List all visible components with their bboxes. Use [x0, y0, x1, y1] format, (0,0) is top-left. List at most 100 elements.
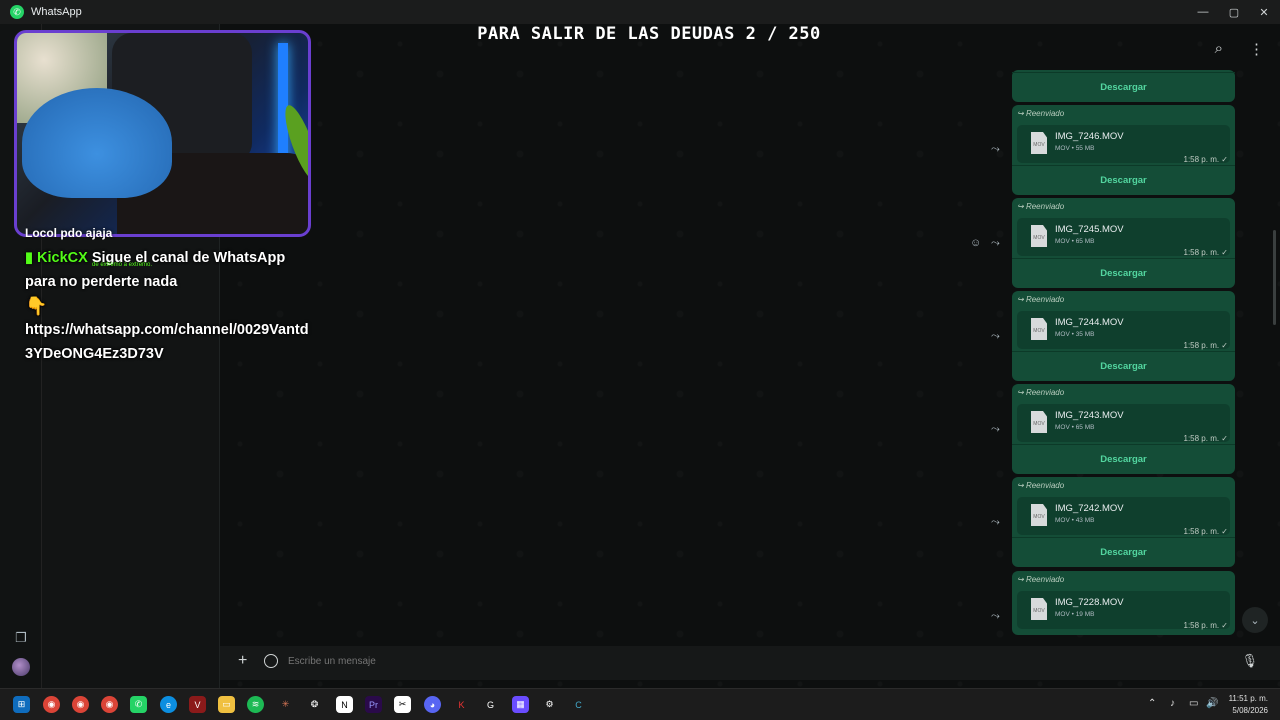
file-icon: MOV — [1031, 225, 1047, 247]
file-name: IMG_7245.MOV — [1055, 224, 1124, 235]
edge-icon[interactable]: e — [160, 696, 177, 713]
microphone-icon[interactable]: 🎙 — [1241, 653, 1258, 669]
forward-icon[interactable]: ⤳ — [991, 237, 1000, 250]
profile-avatar[interactable] — [12, 658, 30, 676]
file-icon: MOV — [1031, 598, 1047, 620]
file-icon: MOV — [1031, 132, 1047, 154]
scroll-down-button[interactable]: ⌄ — [1242, 607, 1268, 633]
spotify-icon[interactable]: ≋ — [247, 696, 264, 713]
chrome-icon[interactable]: ◉ — [72, 696, 89, 713]
forwarded-label: ↪ Reenviado — [1017, 295, 1065, 304]
message-bubble: ↪ Reenviado MOV IMG_7246.MOV MOV • 55 MB… — [1012, 105, 1235, 195]
file-meta: MOV • 35 MB — [1055, 331, 1095, 338]
file-name: IMG_7244.MOV — [1055, 317, 1124, 328]
app-icon[interactable]: ▦ — [512, 696, 529, 713]
app-icon[interactable]: ⚙ — [541, 696, 558, 713]
notion-icon[interactable]: N — [336, 696, 353, 713]
forward-icon[interactable]: ⤳ — [991, 330, 1000, 343]
tray-mic-icon[interactable]: ♪ — [1170, 698, 1175, 709]
tray-network-icon[interactable]: ▭ — [1189, 698, 1198, 709]
message-bubble: ↪ Reenviado MOV IMG_7243.MOV MOV • 65 MB… — [1012, 384, 1235, 474]
app-icon[interactable]: G — [482, 696, 499, 713]
forwarded-label: ↪ Reenviado — [1017, 109, 1065, 118]
file-name: IMG_7228.MOV — [1055, 597, 1124, 608]
forwarded-label: ↪ Reenviado — [1017, 575, 1065, 584]
openai-icon[interactable]: ❂ — [306, 696, 323, 713]
clock-date: 5/08/2026 — [1232, 706, 1268, 715]
file-icon: MOV — [1031, 411, 1047, 433]
forward-icon[interactable]: ⤳ — [991, 423, 1000, 436]
forwarded-label: ↪ Reenviado — [1017, 481, 1065, 490]
tray-volume-icon[interactable]: 🔊 — [1206, 698, 1218, 709]
capcut-icon[interactable]: ✂ — [394, 696, 411, 713]
download-button[interactable]: Descargar — [1012, 165, 1235, 195]
pointing-down-icon: 👇 — [25, 296, 48, 316]
taskbar-clock[interactable]: 11:51 p. m. 5/08/2026 — [1229, 693, 1268, 717]
app-icon[interactable]: K — [453, 696, 470, 713]
archive-icon[interactable]: ❐ — [13, 630, 29, 646]
forwarded-label: ↪ Reenviado — [1017, 388, 1065, 397]
message-input[interactable] — [288, 656, 1188, 667]
message-bubble: ↪ Reenviado MOV IMG_7228.MOV MOV • 19 MB… — [1012, 571, 1235, 635]
app-icon[interactable]: C — [570, 696, 587, 713]
file-name: IMG_7242.MOV — [1055, 503, 1124, 514]
file-explorer-icon[interactable]: ▭ — [218, 696, 235, 713]
download-button[interactable]: Descargar — [1012, 537, 1235, 567]
message-time: 1:58 p. m. ✓ — [1183, 155, 1229, 164]
attach-plus-icon[interactable]: + — [238, 652, 247, 670]
message-bubble: ↪ Reenviado MOV IMG_7244.MOV MOV • 35 MB… — [1012, 291, 1235, 381]
file-meta: MOV • 55 MB — [1055, 145, 1095, 152]
window-titlebar: ✆ WhatsApp — ▢ ✕ — [0, 0, 1280, 24]
file-meta: MOV • 19 MB — [1055, 611, 1095, 618]
emoji-react-icon[interactable]: ☺ — [970, 237, 981, 249]
file-meta: MOV • 43 MB — [1055, 517, 1095, 524]
whatsapp-icon[interactable]: ✆ — [130, 696, 147, 713]
windows-start-icon[interactable]: ⊞ — [13, 696, 30, 713]
tray-chevron-icon[interactable]: ⌃ — [1148, 698, 1156, 709]
message-bubble-partial: Descargar — [1012, 70, 1235, 102]
message-time: 1:58 p. m. ✓ — [1183, 621, 1229, 630]
download-button[interactable]: Descargar — [1012, 258, 1235, 288]
maximize-button[interactable]: ▢ — [1218, 0, 1250, 24]
clock-time: 11:51 p. m. — [1228, 694, 1268, 703]
message-time: 1:58 p. m. ✓ — [1183, 248, 1229, 257]
file-icon: MOV — [1031, 318, 1047, 340]
compose-bar: + 🎙 — [220, 646, 1280, 680]
message-bubble: ↪ Reenviado MOV IMG_7245.MOV MOV • 65 MB… — [1012, 198, 1235, 288]
chrome-icon[interactable]: ◉ — [101, 696, 118, 713]
message-time: 1:58 p. m. ✓ — [1183, 341, 1229, 350]
message-time: 1:58 p. m. ✓ — [1183, 434, 1229, 443]
download-button[interactable]: Descargar — [1012, 351, 1235, 381]
window-title: WhatsApp — [31, 6, 82, 18]
download-button[interactable]: Descargar — [1012, 72, 1235, 102]
forward-icon[interactable]: ⤳ — [991, 610, 1000, 623]
sticker-icon[interactable] — [264, 654, 278, 668]
file-meta: MOV • 65 MB — [1055, 424, 1095, 431]
webcam-feed — [14, 30, 311, 237]
premiere-icon[interactable]: Pr — [365, 696, 382, 713]
file-meta: MOV • 65 MB — [1055, 238, 1095, 245]
forwarded-label: ↪ Reenviado — [1017, 202, 1065, 211]
close-button[interactable]: ✕ — [1248, 0, 1280, 24]
whatsapp-logo-icon: ✆ — [10, 5, 24, 19]
kick-username: KickCX — [37, 250, 88, 266]
file-name: IMG_7246.MOV — [1055, 131, 1124, 142]
discord-icon[interactable]: ◕ — [424, 696, 441, 713]
forward-icon[interactable]: ⤳ — [991, 143, 1000, 156]
forward-icon[interactable]: ⤳ — [991, 516, 1000, 529]
chrome-icon[interactable]: ◉ — [43, 696, 60, 713]
taskbar: ⊞ ◉ ◉ ◉ ✆ e V ▭ ≋ ✳ ❂ N Pr ✂ ◕ K G ▦ ⚙ C… — [0, 688, 1280, 720]
download-button[interactable]: Descargar — [1012, 444, 1235, 474]
message-time: 1:58 p. m. ✓ — [1183, 527, 1229, 536]
claude-icon[interactable]: ✳ — [277, 696, 294, 713]
message-bubble: ↪ Reenviado MOV IMG_7242.MOV MOV • 43 MB… — [1012, 477, 1235, 567]
file-icon: MOV — [1031, 504, 1047, 526]
voicemeeter-icon[interactable]: V — [189, 696, 206, 713]
kick-icon: ▮ — [25, 250, 33, 266]
scrollbar[interactable] — [1273, 230, 1276, 325]
partial-chat-line: Locol pdo ajaja — [25, 226, 113, 240]
encryption-caption: de extremo a extremo. — [92, 262, 153, 268]
file-name: IMG_7243.MOV — [1055, 410, 1124, 421]
minimize-button[interactable]: — — [1187, 0, 1219, 24]
channel-link: https://whatsapp.com/channel/0029Vantd3Y… — [25, 322, 309, 362]
